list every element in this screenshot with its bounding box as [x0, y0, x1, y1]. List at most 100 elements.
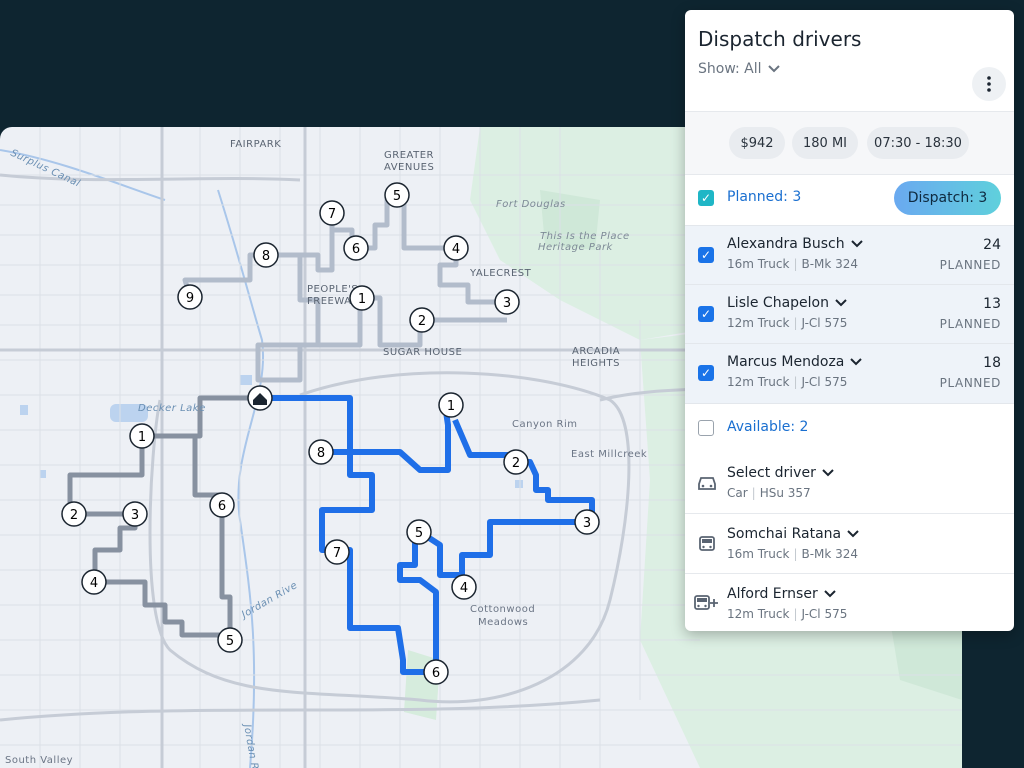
label-yalecrest: YALECREST: [469, 268, 532, 279]
driver-name-text: Somchai Ratana: [727, 526, 842, 542]
driver-row[interactable]: ✓ Lisle Chapelon 12m Truck | J-Cl 575 13 P…: [685, 284, 1014, 344]
driver-name[interactable]: Somchai Ratana: [727, 526, 859, 542]
driver-name-text: Alexandra Busch: [727, 236, 845, 252]
stop-blue-4: 4: [451, 574, 477, 600]
chevron-down-icon: [822, 469, 834, 477]
more-vertical-icon: [987, 76, 991, 92]
label-cottonwood: Cottonwood: [470, 604, 535, 615]
driver-name[interactable]: Select driver: [727, 465, 834, 481]
svg-text:1: 1: [447, 399, 455, 414]
label-heights: HEIGHTS: [572, 358, 620, 369]
label-meadows: Meadows: [478, 617, 528, 628]
available-driver-row[interactable]: Select driver Car | HSu 357: [685, 453, 1014, 514]
available-group-label: Available: 2: [727, 419, 809, 435]
show-filter-label: Show: All: [698, 61, 762, 77]
driver-name-text: Alford Ernser: [727, 586, 818, 602]
driver-row[interactable]: ✓ Marcus Mendoza 12m Truck | J-Cl 575 18 P…: [685, 343, 1014, 404]
chevron-down-icon: [835, 299, 847, 307]
stop-light-5: 5: [384, 182, 410, 208]
stop-light-8: 8: [253, 242, 279, 268]
svg-text:5: 5: [415, 526, 423, 541]
label-decker-lake: Decker Lake: [138, 403, 206, 414]
stop-light-6: 6: [343, 235, 369, 261]
panel-title: Dispatch drivers: [698, 27, 862, 51]
status-badge: PLANNED: [939, 376, 1001, 390]
show-filter[interactable]: Show: All: [698, 61, 780, 77]
planned-group-label: Planned: 3: [727, 189, 802, 205]
available-driver-row[interactable]: Somchai Ratana 16m Truck | B-Mk 324: [685, 514, 1014, 574]
driver-name[interactable]: Lisle Chapelon: [727, 295, 847, 311]
available-driver-row[interactable]: Alford Ernser 12m Truck | J-Cl 575: [685, 574, 1014, 631]
available-group-header: Available: 2: [685, 403, 1014, 453]
stop-light-9: 9: [177, 284, 203, 310]
driver-vehicle: 12m Truck | J-Cl 575: [727, 607, 848, 621]
driver-vehicle: 12m Truck | J-Cl 575: [727, 375, 848, 389]
stop-gray-3: 3: [122, 501, 148, 527]
status-badge: PLANNED: [939, 258, 1001, 272]
driver-name-text: Lisle Chapelon: [727, 295, 829, 311]
stop-light-1: 1: [349, 285, 375, 311]
stop-light-3: 3: [494, 289, 520, 315]
svg-text:4: 4: [460, 581, 468, 596]
label-heritage-park: Heritage Park: [538, 242, 614, 253]
home-icon[interactable]: [247, 385, 273, 411]
svg-text:6: 6: [352, 242, 360, 257]
driver-vehicle: Car | HSu 357: [727, 486, 811, 500]
chevron-down-icon: [850, 240, 863, 248]
svg-text:9: 9: [186, 291, 194, 306]
svg-text:4: 4: [452, 242, 460, 257]
stop-blue-6: 6: [423, 659, 449, 685]
driver-row[interactable]: ✓ Alexandra Busch 16m Truck | B-Mk 324 24 …: [685, 225, 1014, 285]
stop-blue-3: 3: [574, 509, 600, 535]
stop-count: 24: [983, 237, 1001, 253]
stop-gray-4: 4: [81, 569, 107, 595]
svg-text:7: 7: [328, 207, 336, 222]
label-jordan-river: Jordan Rive: [238, 580, 299, 622]
driver-vehicle: 12m Truck | J-Cl 575: [727, 316, 848, 330]
truck-icon: [699, 536, 715, 551]
dispatch-button[interactable]: Dispatch: 3: [894, 181, 1001, 215]
cost-chip: $942: [729, 127, 785, 159]
available-group-checkbox[interactable]: [698, 420, 714, 436]
stop-gray-5: 5: [217, 627, 243, 653]
driver-checkbox[interactable]: ✓: [698, 306, 714, 322]
driver-vehicle: 16m Truck | B-Mk 324: [727, 257, 859, 271]
label-south-valley: South Valley: [5, 755, 73, 766]
stop-light-7: 7: [319, 200, 345, 226]
driver-name[interactable]: Alford Ernser: [727, 586, 836, 602]
stop-blue-1: 1: [438, 392, 464, 418]
driver-checkbox[interactable]: ✓: [698, 247, 714, 263]
planned-group-checkbox[interactable]: ✓: [698, 190, 714, 206]
svg-text:3: 3: [131, 508, 139, 523]
stop-gray-1: 1: [129, 423, 155, 449]
label-sugar-house: SUGAR HOUSE: [383, 347, 462, 358]
driver-vehicle: 16m Truck | B-Mk 324: [727, 547, 859, 561]
chevron-down-icon: [850, 358, 863, 366]
stop-light-4: 4: [443, 235, 469, 261]
chevron-down-icon: [767, 65, 780, 73]
driver-name-text: Marcus Mendoza: [727, 354, 845, 370]
svg-text:3: 3: [503, 296, 511, 311]
status-badge: PLANNED: [939, 317, 1001, 331]
driver-name-text: Select driver: [727, 465, 816, 481]
stop-count: 18: [983, 355, 1001, 371]
svg-text:5: 5: [393, 189, 401, 204]
svg-text:1: 1: [358, 292, 366, 307]
label-surplus-canal: Surplus Canal: [9, 148, 82, 190]
stop-light-2: 2: [409, 307, 435, 333]
stop-blue-2: 2: [503, 449, 529, 475]
label-fort-douglas: Fort Douglas: [496, 199, 566, 210]
stop-blue-5: 5: [406, 519, 432, 545]
chevron-down-icon: [823, 590, 836, 598]
label-east-millcreek: East Millcreek: [571, 449, 647, 460]
svg-text:2: 2: [70, 508, 78, 523]
svg-text:2: 2: [512, 456, 520, 471]
driver-name[interactable]: Alexandra Busch: [727, 236, 863, 252]
driver-checkbox[interactable]: ✓: [698, 365, 714, 381]
driver-name[interactable]: Marcus Mendoza: [727, 354, 863, 370]
more-options-button[interactable]: [972, 67, 1006, 101]
truck-add-icon: [694, 595, 718, 610]
label-avenues: AVENUES: [384, 162, 434, 173]
chevron-down-icon: [847, 530, 859, 538]
svg-text:5: 5: [226, 634, 234, 649]
